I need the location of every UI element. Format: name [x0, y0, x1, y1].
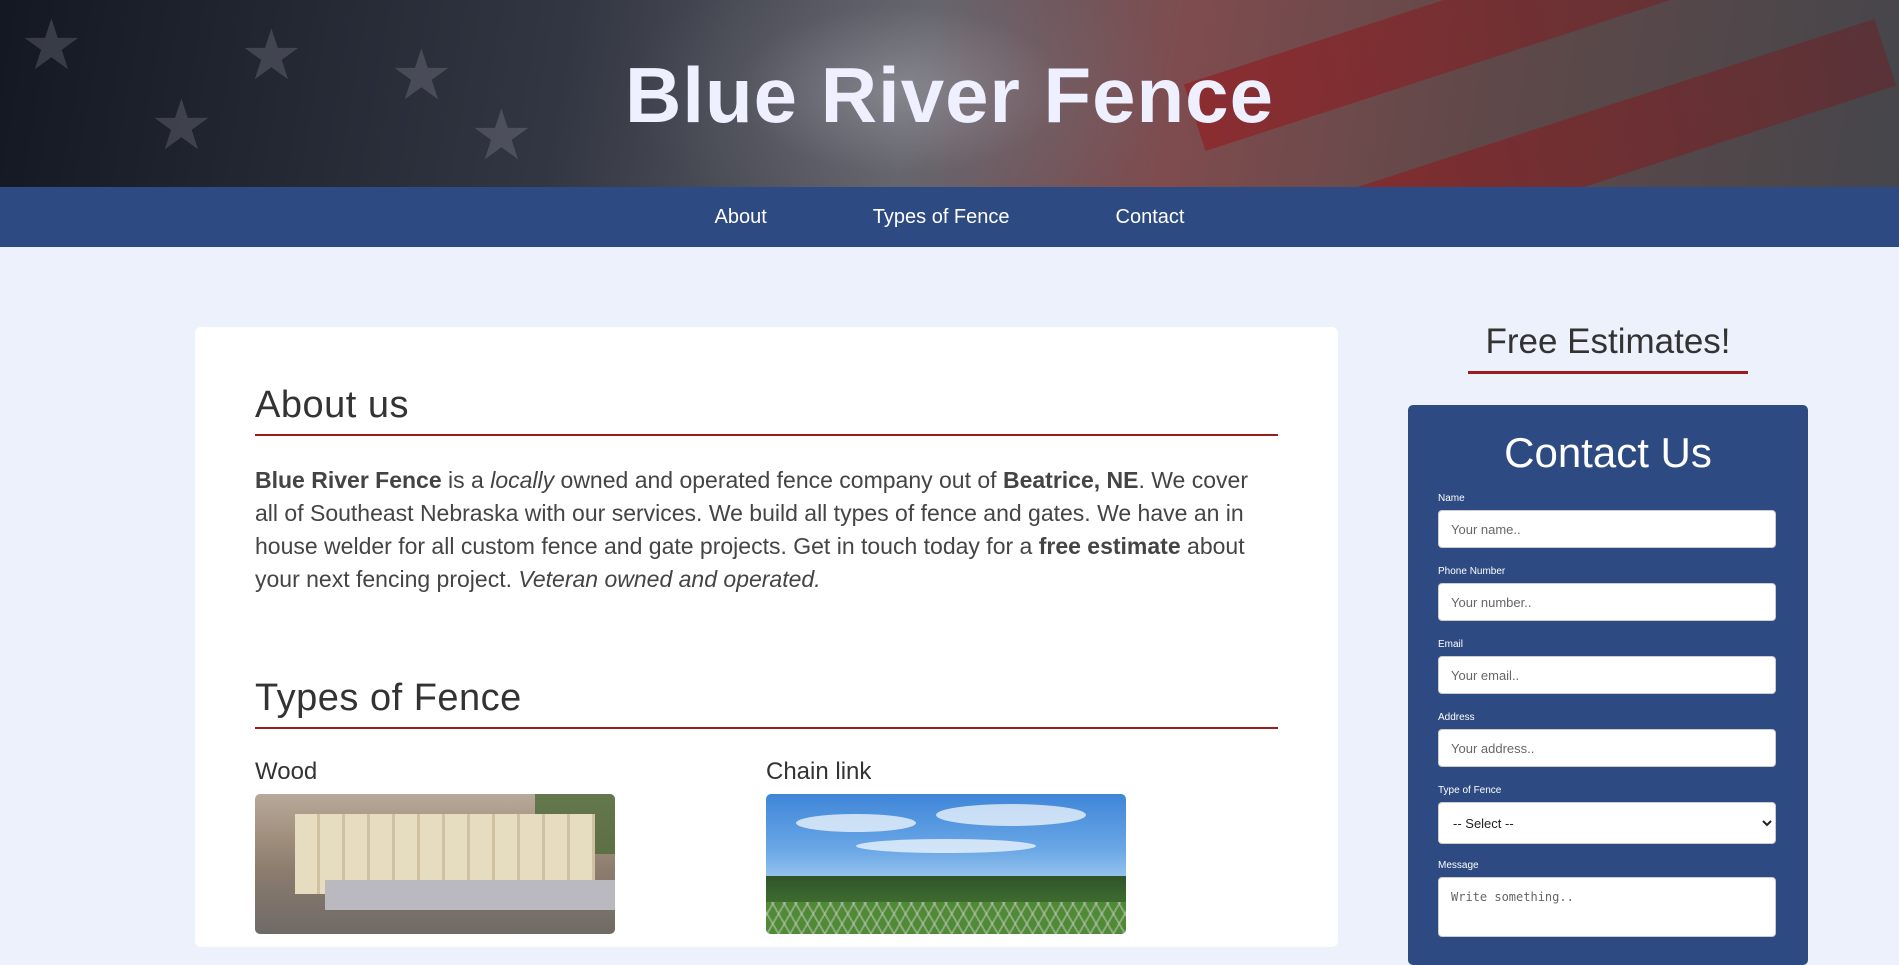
- phone-label: Phone Number: [1438, 566, 1506, 577]
- free-estimates-heading: Free Estimates!: [1485, 322, 1731, 361]
- message-textarea[interactable]: [1438, 877, 1776, 937]
- nav-link-contact[interactable]: Contact: [1063, 206, 1238, 229]
- contact-form: Contact Us Name Phone Number Email Addre…: [1408, 405, 1808, 965]
- image-rail: [325, 880, 615, 910]
- about-paragraph: Blue River Fence is a locally owned and …: [255, 464, 1255, 596]
- email-input[interactable]: [1438, 656, 1776, 694]
- about-heading: About us: [255, 384, 409, 426]
- contact-form-title: Contact Us: [1504, 429, 1712, 476]
- free-estimate-text: free estimate: [1038, 533, 1181, 559]
- veteran-owned-text: Veteran owned and operated.: [518, 566, 821, 592]
- nav-link-about[interactable]: About: [662, 206, 820, 229]
- types-heading-rule: [255, 727, 1278, 729]
- fence-type-title-chain-link: Chain link: [766, 758, 872, 785]
- address-label: Address: [1438, 712, 1475, 723]
- nav-link-types-of-fence[interactable]: Types of Fence: [820, 206, 1063, 229]
- email-label: Email: [1438, 639, 1464, 650]
- fence-type-label: Type of Fence: [1438, 785, 1502, 796]
- company-name: Blue River Fence: [255, 467, 442, 493]
- hero-banner: ★ ★ ★ ★ ★ Blue River Fence: [0, 0, 1899, 187]
- fence-type-title-wood: Wood: [255, 758, 318, 785]
- about-text-part: owned and operated fence company out of: [554, 467, 1003, 493]
- name-label: Name: [1438, 493, 1465, 504]
- site-title: Blue River Fence: [625, 51, 1274, 139]
- image-cloud: [936, 804, 1086, 826]
- name-input[interactable]: [1438, 510, 1776, 548]
- content-card: About us Blue River Fence is a locally o…: [195, 327, 1338, 947]
- free-estimates-rule: [1468, 371, 1748, 374]
- image-cloud: [796, 814, 916, 832]
- image-trees: [766, 876, 1126, 902]
- image-cloud: [856, 839, 1036, 853]
- about-text-emphasis: locally: [490, 467, 555, 493]
- phone-input[interactable]: [1438, 583, 1776, 621]
- chain-link-fence-image: [766, 794, 1126, 934]
- main-nav: About Types of Fence Contact: [0, 187, 1899, 247]
- message-label: Message: [1438, 860, 1479, 871]
- fence-type-select[interactable]: -- Select --: [1438, 802, 1776, 844]
- about-text-part: is a: [441, 467, 491, 493]
- about-heading-rule: [255, 434, 1278, 436]
- types-heading: Types of Fence: [255, 677, 522, 719]
- company-location: Beatrice, NE: [1002, 467, 1139, 493]
- address-input[interactable]: [1438, 729, 1776, 767]
- wood-fence-image: [255, 794, 615, 934]
- image-chain-fence: [766, 902, 1126, 934]
